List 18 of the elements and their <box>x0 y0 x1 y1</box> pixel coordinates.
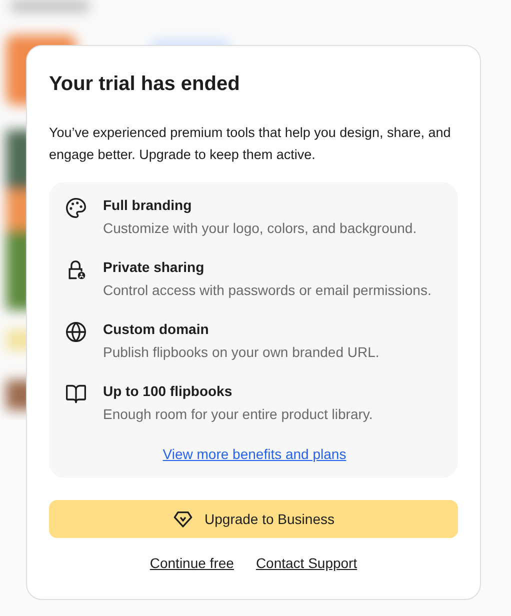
dialog-message: You’ve experienced premium tools that help you design, share, and engage better. Upgrade to keep them active. <box>49 124 452 164</box>
benefit-description: Customize with your logo, colors, and background. <box>103 219 417 237</box>
benefit-title: Custom domain <box>103 320 210 338</box>
benefit-description: Control access with passwords or email permissions. <box>103 281 432 299</box>
palette-icon <box>65 197 87 219</box>
footer-link[interactable]: Contact Support <box>256 555 358 571</box>
dialog-title: Your trial has ended <box>49 72 241 97</box>
benefit-title: Private sharing <box>103 258 206 276</box>
globe-icon <box>65 321 87 343</box>
benefit-description: Publish flipbooks on your own branded URL. <box>103 343 380 361</box>
upgrade-button[interactable]: Upgrade to Business <box>49 500 458 538</box>
footer-link[interactable]: Continue free <box>150 555 234 571</box>
benefit-title: Up to 100 flipbooks <box>103 382 234 400</box>
diamond-icon <box>172 510 193 528</box>
book-icon <box>65 383 87 405</box>
benefit-title: Full branding <box>103 196 193 214</box>
benefits-link[interactable]: View more benefits and plans <box>162 446 346 462</box>
benefit-description: Enough room for your entire product library. <box>103 405 373 423</box>
